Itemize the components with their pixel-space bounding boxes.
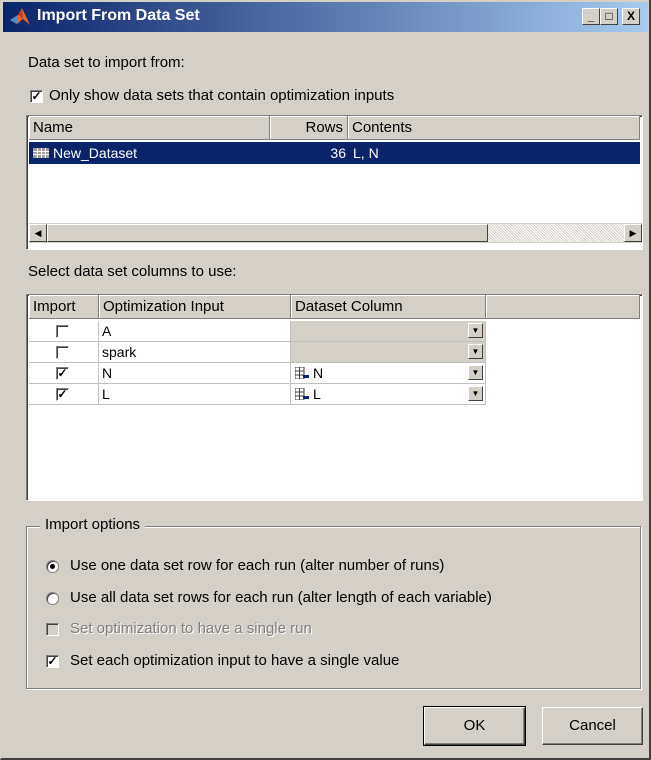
import-options-legend: Import options (40, 516, 146, 533)
optimization-input-cell[interactable]: N (99, 363, 291, 384)
dropdown-arrow-icon[interactable]: ▼ (468, 365, 483, 380)
dataset-column-value: N (313, 365, 324, 381)
dropdown-arrow-icon[interactable]: ▼ (468, 323, 483, 338)
radio-one-row[interactable] (46, 560, 59, 573)
check-icon: ✓ (57, 387, 68, 401)
scrollbar-track[interactable] (488, 224, 624, 242)
columns-table: Import Optimization Input Dataset Column… (26, 294, 643, 501)
dataset-column-dropdown-l[interactable]: L ▼ (291, 384, 486, 405)
filter-checkbox-label[interactable]: Only show data sets that contain optimiz… (49, 87, 394, 104)
close-button[interactable]: X (622, 8, 640, 25)
dataset-column-icon (295, 388, 309, 400)
dataset-label: Data set to import from: (28, 54, 185, 71)
minimize-button[interactable]: _ (582, 8, 600, 25)
import-dialog: Import From Data Set _ □ X Data set to i… (0, 0, 651, 760)
check-icon: ✓ (57, 366, 68, 380)
dropdown-arrow-icon[interactable]: ▼ (468, 386, 483, 401)
column-header-dataset-column[interactable]: Dataset Column (291, 295, 486, 319)
radio-one-row-label[interactable]: Use one data set row for each run (alter… (70, 557, 444, 574)
single-run-label[interactable]: Set optimization to have a single run (70, 620, 312, 637)
scroll-left-icon[interactable]: ◀ (29, 224, 47, 242)
scroll-right-icon[interactable]: ▶ (624, 224, 642, 242)
column-header-rows[interactable]: Rows (270, 116, 348, 140)
radio-all-rows-label[interactable]: Use all data set rows for each run (alte… (70, 589, 492, 606)
column-header-contents[interactable]: Contents (348, 116, 640, 140)
radio-all-rows[interactable] (46, 592, 59, 605)
columns-label: Select data set columns to use: (28, 263, 237, 280)
dataset-column-value: L (313, 386, 321, 402)
column-header-import[interactable]: Import (29, 295, 99, 319)
import-checkbox-a[interactable] (56, 325, 69, 338)
optimization-input-cell[interactable]: spark (99, 342, 291, 363)
optimization-input-cell[interactable]: A (99, 321, 291, 342)
dataset-contents: L, N (353, 145, 379, 161)
single-value-label[interactable]: Set each optimization input to have a si… (70, 652, 399, 669)
maximize-button[interactable]: □ (600, 8, 618, 25)
check-icon: ✓ (31, 89, 42, 103)
import-checkbox-n[interactable]: ✓ (56, 367, 69, 380)
dataset-column-icon (295, 367, 309, 379)
dataset-name: New_Dataset (53, 145, 138, 161)
filter-checkbox[interactable]: ✓ (30, 90, 43, 103)
dataset-column-dropdown-spark[interactable]: ▼ (291, 342, 486, 363)
ok-button[interactable]: OK (423, 706, 526, 746)
dataset-row[interactable]: New_Dataset 36 L, N (29, 142, 640, 164)
dataset-column-dropdown-a[interactable]: ▼ (291, 321, 486, 342)
single-value-checkbox[interactable]: ✓ (46, 655, 59, 668)
horizontal-scrollbar[interactable]: ◀ ▶ (29, 223, 642, 243)
radio-dot-icon (50, 564, 55, 569)
column-header-optimization-input[interactable]: Optimization Input (99, 295, 291, 319)
scrollbar-thumb[interactable] (47, 224, 488, 242)
column-header-blank (486, 295, 640, 319)
column-header-name[interactable]: Name (29, 116, 270, 140)
dataset-column-dropdown-n[interactable]: N ▼ (291, 363, 486, 384)
dataset-table: Name Rows Contents New_Dataset 36 L, N ◀… (26, 115, 643, 250)
window-title: Import From Data Set (37, 7, 200, 24)
dropdown-arrow-icon[interactable]: ▼ (468, 344, 483, 359)
single-run-checkbox[interactable] (46, 623, 59, 636)
title-bar[interactable]: Import From Data Set _ □ X (3, 2, 648, 32)
check-icon: ✓ (47, 654, 58, 668)
import-checkbox-spark[interactable] (56, 346, 69, 359)
optimization-input-cell[interactable]: L (99, 384, 291, 405)
cancel-button[interactable]: Cancel (542, 707, 643, 745)
import-checkbox-l[interactable]: ✓ (56, 388, 69, 401)
matlab-logo-icon (10, 8, 30, 25)
dataset-grid-icon (33, 148, 49, 158)
dataset-rows: 36 (330, 145, 346, 161)
